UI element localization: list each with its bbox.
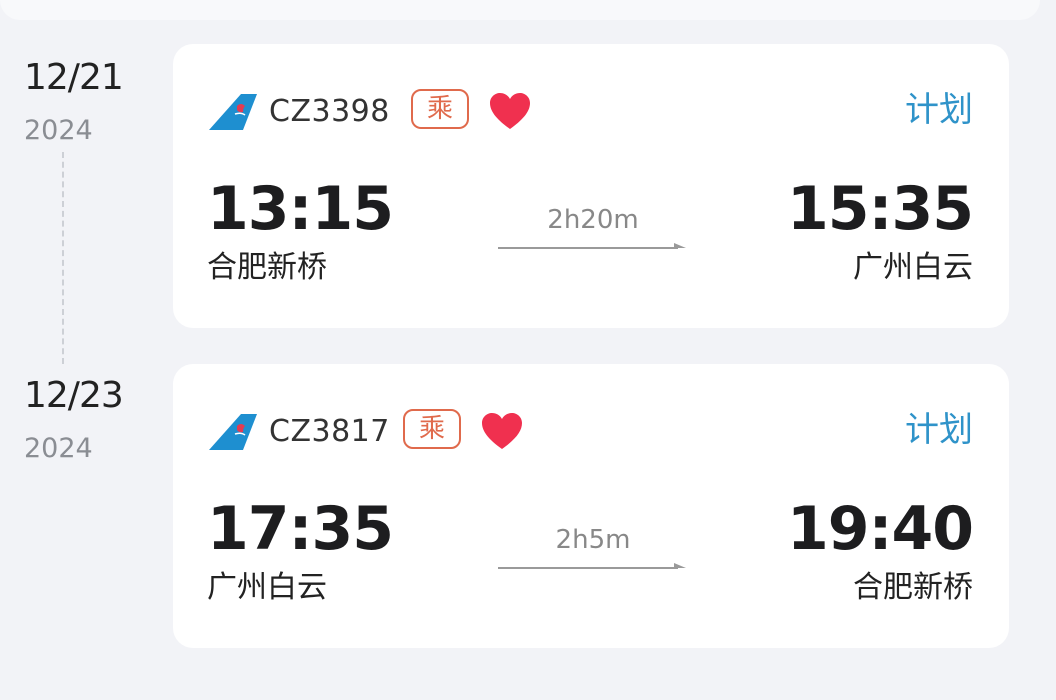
- arrival-time: 19:40: [787, 494, 974, 564]
- date-block-1: 12/21 2024: [24, 58, 144, 146]
- flight-card-2[interactable]: CZ3817 乘 计划 17:35 广州白云 2h5m 19:40 合肥新桥: [173, 364, 1009, 648]
- timeline-connector: [62, 152, 64, 364]
- flight-card-1[interactable]: CZ3398 乘 计划 13:15 合肥新桥 2h20m 15:35 广州白云: [173, 44, 1009, 328]
- date-year: 2024: [24, 115, 93, 146]
- heart-icon[interactable]: [488, 91, 532, 131]
- flight-status: 计划: [905, 410, 973, 450]
- passenger-badge: 乘: [411, 89, 469, 129]
- flight-number: CZ3817: [269, 414, 390, 449]
- date-day: 12/23: [24, 375, 124, 416]
- china-southern-tail-icon: [209, 94, 257, 130]
- departure-time: 13:15: [207, 174, 394, 244]
- date-block-2: 12/23 2024: [24, 376, 144, 464]
- arrow-right-icon: [498, 243, 686, 249]
- china-southern-tail-icon: [209, 414, 257, 450]
- departure-airport: 广州白云: [207, 570, 327, 605]
- date-day: 12/21: [24, 57, 124, 98]
- previous-card-edge: [0, 0, 1040, 20]
- heart-icon[interactable]: [480, 411, 524, 451]
- arrival-airport: 合肥新桥: [853, 570, 973, 605]
- flight-status: 计划: [905, 90, 973, 130]
- departure-time: 17:35: [207, 494, 394, 564]
- date-year: 2024: [24, 433, 93, 464]
- arrival-airport: 广州白云: [853, 250, 973, 285]
- flight-number: CZ3398: [269, 94, 390, 129]
- departure-airport: 合肥新桥: [207, 250, 327, 285]
- arrival-time: 15:35: [787, 174, 974, 244]
- arrow-right-icon: [498, 563, 686, 569]
- flight-duration: 2h5m: [555, 525, 631, 555]
- flight-duration: 2h20m: [547, 205, 639, 235]
- passenger-badge: 乘: [403, 409, 461, 449]
